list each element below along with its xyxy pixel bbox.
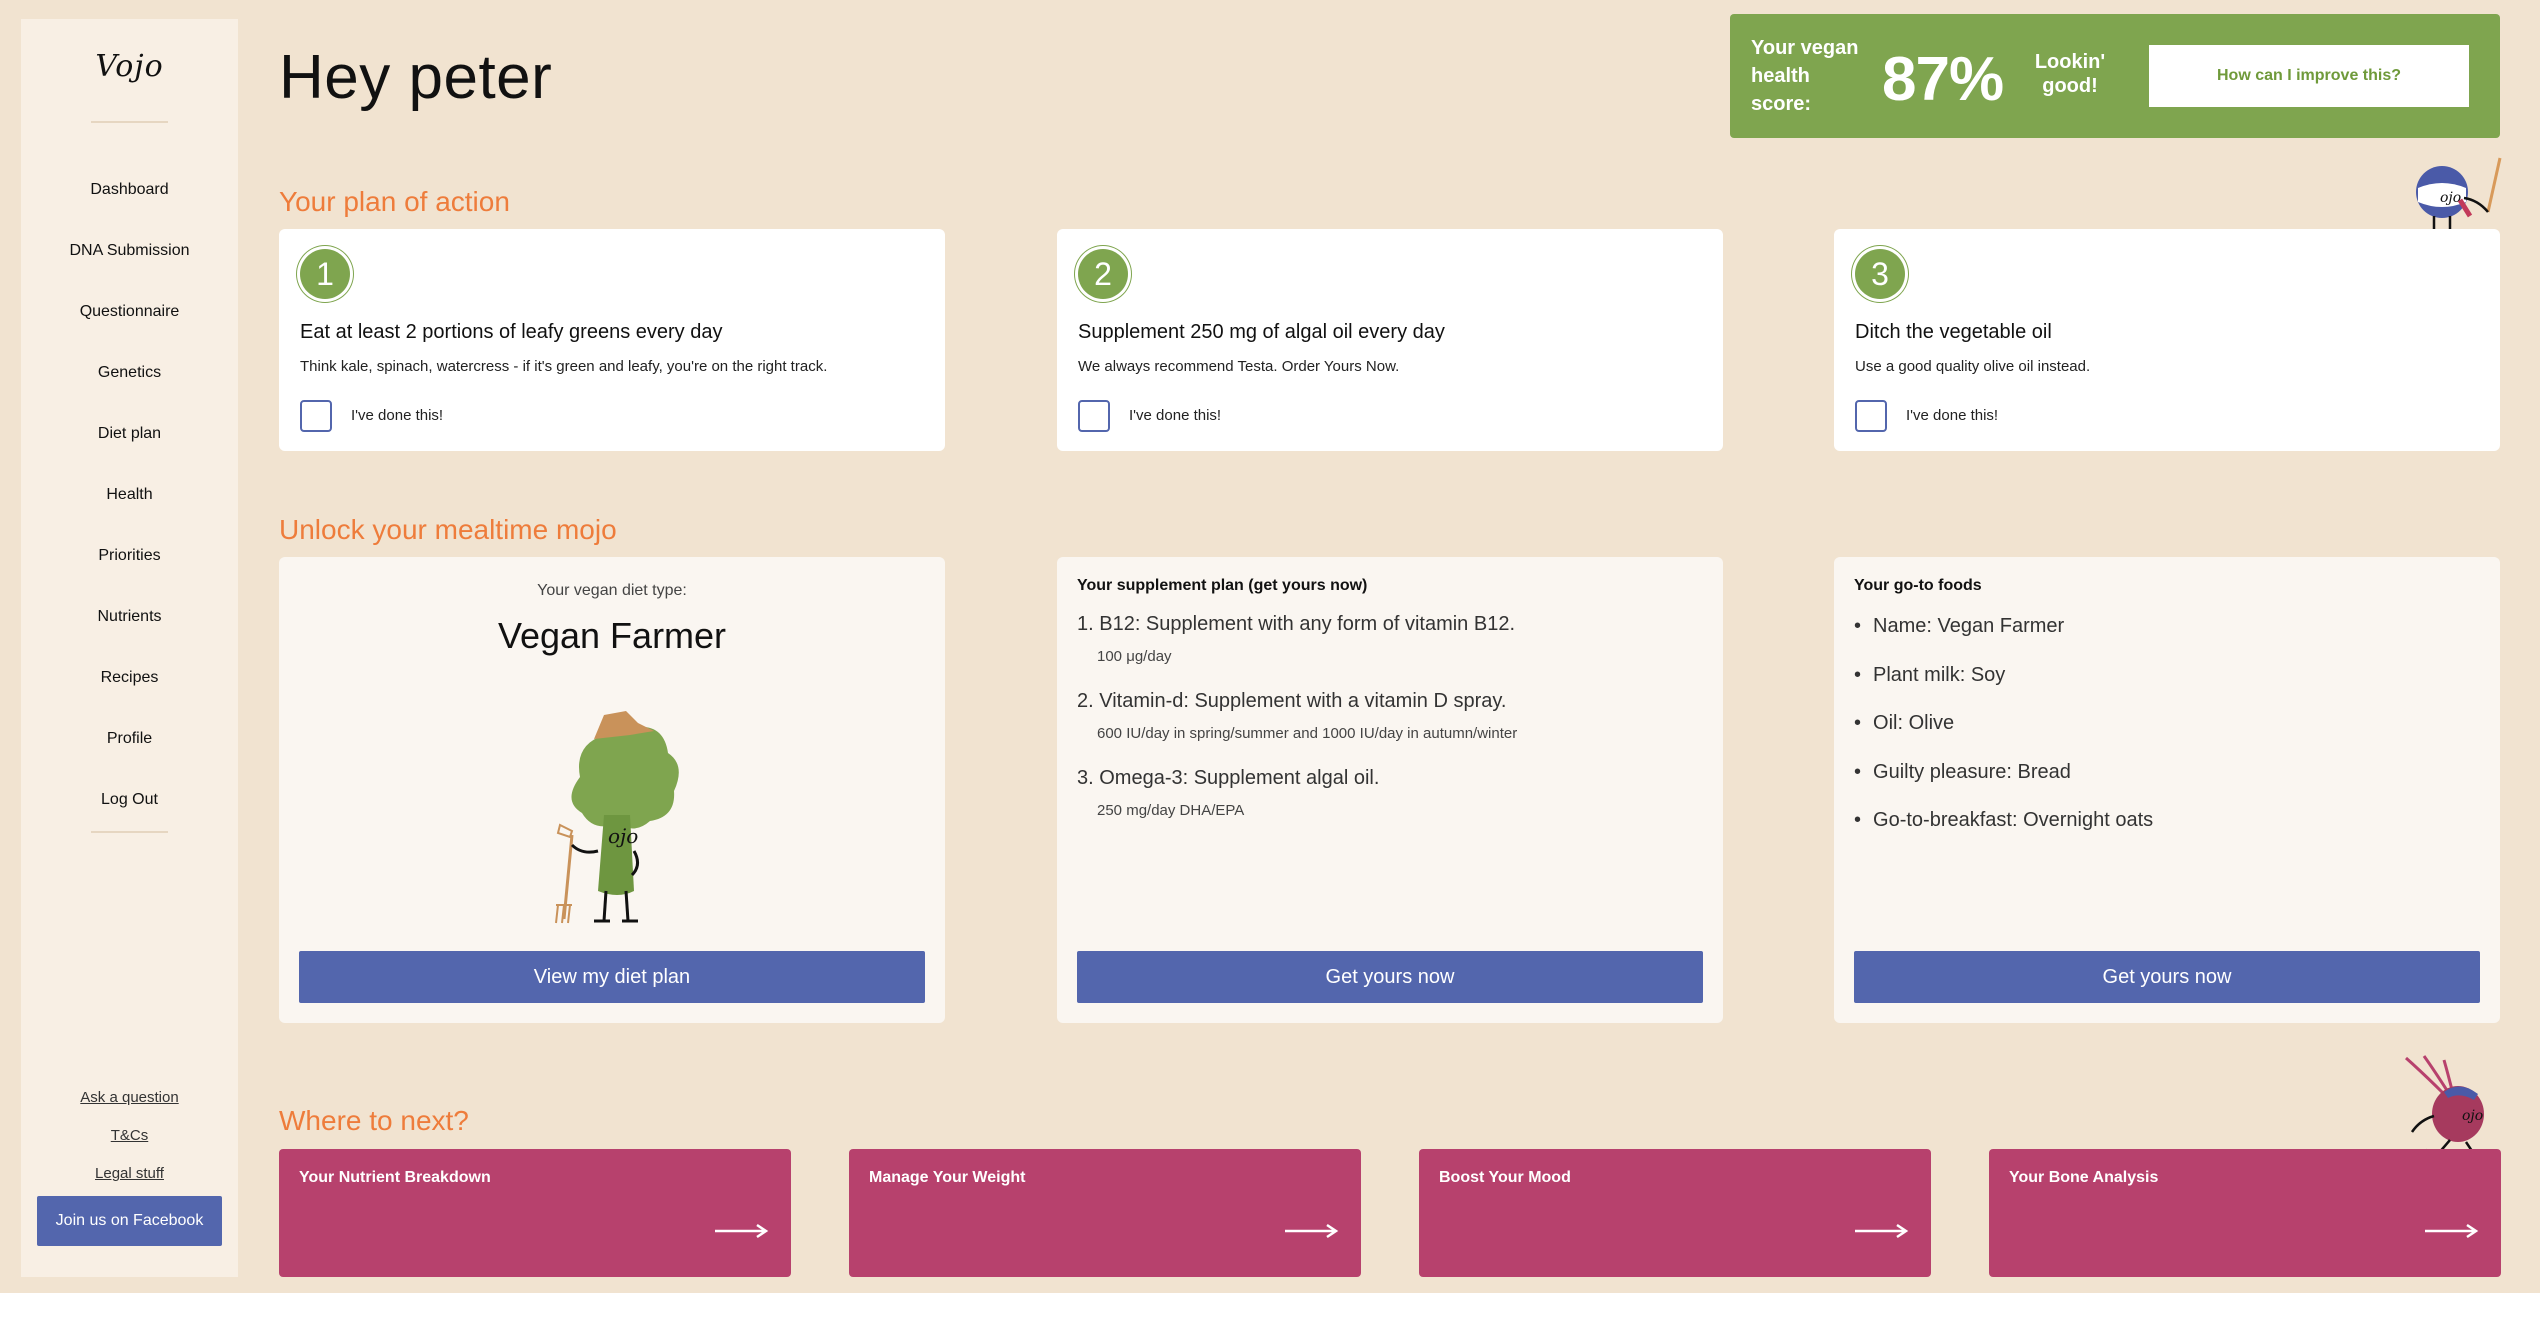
action-title: Supplement 250 mg of algal oil every day	[1078, 321, 1445, 343]
view-diet-plan-button[interactable]: View my diet plan	[299, 951, 925, 1003]
sidebar-item-dna-submission[interactable]: DNA Submission	[21, 220, 238, 281]
next-card-bone-analysis[interactable]: Your Bone Analysis	[1989, 1149, 2501, 1277]
sidebar-divider	[91, 121, 168, 123]
supplement-name: 3. Omega-3: Supplement algal oil.	[1077, 767, 1380, 789]
page-title: Hey peter	[279, 43, 553, 112]
done-label[interactable]: I've done this!	[1129, 407, 1221, 424]
get-foods-button[interactable]: Get yours now	[1854, 951, 2480, 1003]
supplement-name: 1. B12: Supplement with any form of vita…	[1077, 613, 1515, 635]
mascot-face-text: ojo	[2440, 190, 2461, 206]
beetroot-mascot-icon: ojo	[2405, 1055, 2488, 1156]
list-item: Name: Vegan Farmer	[1854, 615, 2153, 664]
action-description: We always recommend Testa. Order Yours N…	[1078, 358, 1400, 375]
done-label[interactable]: I've done this!	[1906, 407, 1998, 424]
action-card: 2 Supplement 250 mg of algal oil every d…	[1057, 229, 1723, 451]
legal-link[interactable]: Legal stuff	[21, 1155, 238, 1193]
action-description: Use a good quality olive oil instead.	[1855, 358, 2091, 375]
score-value: 87%	[1882, 45, 2004, 114]
next-card-manage-weight[interactable]: Manage Your Weight	[849, 1149, 1361, 1277]
mascot-face-text: ojo	[2462, 1108, 2483, 1124]
diet-type-label: Your vegan diet type:	[537, 582, 687, 599]
logo[interactable]: Vojo	[21, 49, 238, 84]
sidebar-item-recipes[interactable]: Recipes	[21, 647, 238, 708]
sidebar-item-log-out[interactable]: Log Out	[21, 769, 238, 830]
step-number: 2	[1078, 249, 1128, 299]
facebook-button[interactable]: Join us on Facebook	[37, 1196, 222, 1246]
sidebar-item-nutrients[interactable]: Nutrients	[21, 586, 238, 647]
health-score-panel: Your vegan health score: 87% Lookin' goo…	[1730, 14, 2500, 138]
done-checkbox[interactable]	[1855, 400, 1887, 432]
action-title: Eat at least 2 portions of leafy greens …	[300, 321, 723, 343]
get-supplements-button[interactable]: Get yours now	[1077, 951, 1703, 1003]
food-list: Name: Vegan Farmer Plant milk: Soy Oil: …	[1854, 615, 2153, 858]
done-label[interactable]: I've done this!	[351, 407, 443, 424]
sidebar-nav: Dashboard DNA Submission Questionnaire G…	[21, 159, 238, 830]
score-label: Your vegan health score:	[1751, 37, 1859, 115]
action-description: Think kale, spinach, watercress - if it'…	[300, 358, 828, 375]
done-checkbox[interactable]	[1078, 400, 1110, 432]
arrow-right-icon	[1855, 1223, 1909, 1239]
diet-type-card: Your vegan diet type: Vegan Farmer ojo V…	[279, 557, 945, 1023]
list-item: 1. B12: Supplement with any form of vita…	[1077, 613, 1517, 665]
page-footer-strip	[0, 1293, 2540, 1321]
next-card-nutrient-breakdown[interactable]: Your Nutrient Breakdown	[279, 1149, 791, 1277]
supplement-dose: 600 IU/day in spring/summer and 1000 IU/…	[1097, 725, 1518, 742]
list-item: 2. Vitamin-d: Supplement with a vitamin …	[1077, 690, 1517, 742]
go-to-foods-card: Your go-to foods Name: Vegan Farmer Plan…	[1834, 557, 2500, 1023]
sidebar-item-health[interactable]: Health	[21, 464, 238, 525]
list-item: Guilty pleasure: Bread	[1854, 761, 2153, 810]
supplement-name: 2. Vitamin-d: Supplement with a vitamin …	[1077, 690, 1507, 712]
list-item: Oil: Olive	[1854, 712, 2153, 761]
action-card: 1 Eat at least 2 portions of leafy green…	[279, 229, 945, 451]
arrow-right-icon	[715, 1223, 769, 1239]
diet-type-value: Vegan Farmer	[497, 615, 727, 656]
next-card-boost-mood[interactable]: Boost Your Mood	[1419, 1149, 1931, 1277]
ask-question-link[interactable]: Ask a question	[21, 1079, 238, 1117]
action-card: 3 Ditch the vegetable oil Use a good qua…	[1834, 229, 2500, 451]
next-card-title: Your Nutrient Breakdown	[299, 1169, 491, 1186]
supplement-plan-heading: Your supplement plan (get yours now)	[1077, 577, 1368, 594]
step-number: 1	[300, 249, 350, 299]
next-card-title: Your Bone Analysis	[2009, 1169, 2159, 1186]
sidebar-footer-links: Ask a question T&Cs Legal stuff	[21, 1079, 238, 1193]
supplement-dose: 250 mg/day DHA/EPA	[1097, 802, 1245, 819]
score-message: Lookin' good!	[2034, 51, 2106, 97]
sidebar-item-profile[interactable]: Profile	[21, 708, 238, 769]
sidebar-item-priorities[interactable]: Priorities	[21, 525, 238, 586]
go-to-foods-heading: Your go-to foods	[1854, 577, 1982, 594]
mojo-section-title: Unlock your mealtime mojo	[279, 514, 617, 545]
mascot-face-text: ojo	[608, 824, 638, 848]
sidebar: Vojo Dashboard DNA Submission Questionna…	[21, 19, 238, 1277]
list-item: Plant milk: Soy	[1854, 664, 2153, 713]
improve-score-button[interactable]: How can I improve this?	[2149, 45, 2469, 107]
supplement-list: 1. B12: Supplement with any form of vita…	[1077, 613, 1517, 844]
arrow-right-icon	[1285, 1223, 1339, 1239]
sidebar-item-dashboard[interactable]: Dashboard	[21, 159, 238, 220]
supplement-dose: 100 μg/day	[1097, 648, 1172, 665]
next-card-title: Manage Your Weight	[869, 1169, 1026, 1186]
next-section-title: Where to next?	[279, 1105, 469, 1136]
step-number: 3	[1855, 249, 1905, 299]
list-item: 3. Omega-3: Supplement algal oil. 250 mg…	[1077, 767, 1517, 819]
broccoli-farmer-icon: ojo	[555, 711, 679, 924]
plan-section-title: Your plan of action	[279, 186, 510, 217]
sidebar-item-genetics[interactable]: Genetics	[21, 342, 238, 403]
done-checkbox[interactable]	[300, 400, 332, 432]
sidebar-item-diet-plan[interactable]: Diet plan	[21, 403, 238, 464]
terms-link[interactable]: T&Cs	[21, 1117, 238, 1155]
sidebar-divider	[91, 831, 168, 833]
arrow-right-icon	[2425, 1223, 2479, 1239]
sidebar-item-questionnaire[interactable]: Questionnaire	[21, 281, 238, 342]
action-title: Ditch the vegetable oil	[1855, 321, 2052, 343]
list-item: Go-to-breakfast: Overnight oats	[1854, 809, 2153, 858]
supplement-plan-card: Your supplement plan (get yours now) 1. …	[1057, 557, 1723, 1023]
next-card-title: Boost Your Mood	[1439, 1169, 1571, 1186]
